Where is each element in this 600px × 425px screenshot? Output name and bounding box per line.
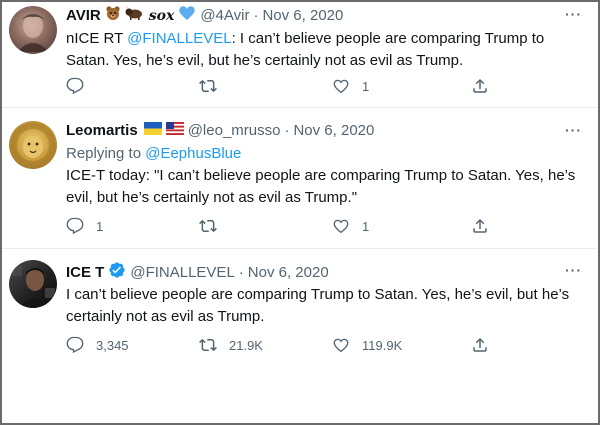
like-button[interactable]: 1 [332, 77, 369, 95]
tweet-text: nICE RT @FINALLEVEL: I can’t believe peo… [66, 28, 566, 72]
separator: · [253, 7, 259, 24]
display-name[interactable]: Leomartis [66, 121, 138, 141]
reply-icon [66, 336, 84, 354]
avatar-ice-t[interactable] [9, 260, 57, 308]
separator: · [284, 122, 290, 139]
share-button[interactable] [471, 77, 489, 95]
tweet-date[interactable]: Nov 6, 2020 [293, 121, 374, 141]
like-button[interactable]: 1 [332, 217, 369, 235]
tweet-text: I can’t believe people are comparing Tru… [66, 286, 570, 325]
ukraine-flag-icon [143, 121, 162, 141]
reply-icon [66, 217, 84, 235]
handle[interactable]: @4Avir [200, 6, 249, 26]
reply-count: 1 [96, 218, 104, 234]
share-icon [473, 218, 487, 233]
tweet-date[interactable]: Nov 6, 2020 [248, 263, 329, 283]
more-icon[interactable]: ··· [565, 6, 582, 22]
tweet-header: ICE T @FINALLEVEL · Nov 6, 2020 [66, 261, 329, 285]
name-suffix: sox [148, 8, 175, 24]
display-name[interactable]: ICE T [66, 263, 104, 283]
tweet-actions: 1 [66, 77, 546, 97]
like-icon [333, 219, 349, 234]
tweet-text: ICE-T today: "I can’t believe people are… [66, 167, 576, 206]
retweet-icon [199, 338, 217, 352]
share-icon [473, 337, 487, 352]
replying-to-label: Replying to [66, 145, 146, 162]
bison-emoji-icon [125, 5, 143, 27]
tweet-divider [2, 107, 596, 108]
retweet-icon [199, 219, 217, 233]
retweet-button[interactable]: 21.9K [199, 336, 263, 354]
retweet-icon [199, 79, 217, 93]
retweet-button[interactable] [199, 77, 229, 95]
reply-button[interactable]: 1 [66, 217, 103, 235]
like-count: 119.9K [362, 337, 403, 353]
reply-count: 3,345 [96, 337, 129, 353]
share-icon [473, 78, 487, 93]
like-icon [333, 338, 349, 353]
retweet-count: 21.9K [229, 337, 263, 353]
like-button[interactable]: 119.9K [332, 336, 402, 354]
avatar-avir[interactable] [9, 6, 57, 54]
retweet-button[interactable] [199, 217, 229, 235]
like-count: 1 [362, 218, 370, 234]
mention-link[interactable]: @FINALLEVEL [127, 30, 231, 47]
display-name[interactable]: AVIR [66, 6, 101, 26]
handle[interactable]: @leo_mrusso [188, 121, 281, 141]
blue-heart-emoji-icon [178, 5, 196, 27]
tweet-header: AVIR sox @4Avir · Nov 6, 2020 [66, 5, 343, 27]
replying-to: Replying to @EephusBlue [66, 143, 566, 165]
like-count: 1 [362, 78, 370, 94]
tweet-text-prefix: nICE RT [66, 30, 128, 47]
reply-button[interactable]: 3,345 [66, 336, 129, 354]
tweet-header: Leomartis @leo_mrusso · Nov 6, 2020 [66, 121, 374, 141]
more-icon[interactable]: ··· [565, 262, 582, 278]
more-icon[interactable]: ··· [565, 122, 582, 138]
share-button[interactable] [471, 217, 489, 235]
avatar-leomartis[interactable] [9, 121, 57, 169]
mention-link[interactable]: @EephusBlue [145, 145, 241, 162]
tweet-date[interactable]: Nov 6, 2020 [262, 6, 343, 26]
tweet-actions: 3,345 21.9K 119.9K [66, 336, 546, 356]
handle[interactable]: @FINALLEVEL [130, 263, 234, 283]
reply-button[interactable] [66, 77, 96, 95]
tweet-divider [2, 248, 596, 249]
share-button[interactable] [471, 336, 489, 354]
us-flag-icon [165, 121, 184, 141]
verified-badge-icon [108, 261, 126, 285]
bear-emoji-icon [105, 5, 121, 27]
tweet-actions: 1 1 [66, 217, 546, 237]
separator: · [238, 264, 244, 281]
like-icon [333, 79, 349, 94]
reply-icon [66, 77, 84, 95]
